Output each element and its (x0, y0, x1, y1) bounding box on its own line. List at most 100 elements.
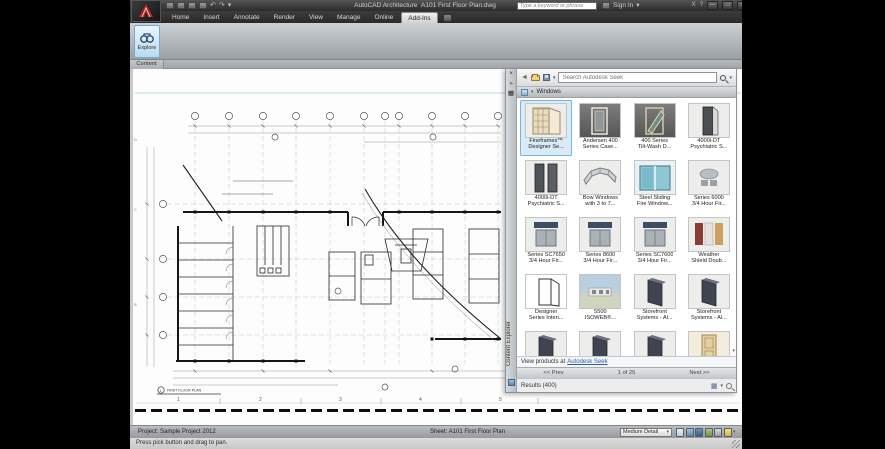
category-bar[interactable]: ▾ Windows (517, 87, 736, 98)
save-dropdown-icon[interactable]: ▾ (553, 75, 556, 81)
tab-home[interactable]: Home (166, 12, 195, 23)
cut-plane-icon[interactable] (714, 427, 722, 437)
panel-autohide-icon[interactable]: » (507, 80, 515, 88)
explore-button[interactable]: Explore (134, 25, 160, 58)
help-search-input[interactable] (517, 1, 597, 10)
tab-render[interactable]: Render (268, 12, 301, 23)
product-card[interactable] (629, 328, 681, 356)
panel-content: ◄ ▾ ▾ ▾ Windows (517, 69, 736, 392)
ribbon-panel-area: Explore (130, 23, 742, 60)
back-icon[interactable]: ◄ (521, 73, 528, 83)
undo-icon[interactable]: ↶ (210, 1, 216, 10)
qat-dropdown-icon[interactable]: ▾ (228, 1, 232, 10)
product-card[interactable]: Bow Windows with 3 to 7... (574, 157, 626, 213)
psychiatric-window-thumbnail (687, 103, 730, 138)
seek-search-input[interactable] (558, 72, 718, 83)
svg-text:1: 1 (160, 389, 162, 393)
product-card[interactable]: Series SC7600 3/4 Hour Fir... (629, 214, 681, 270)
tab-view[interactable]: View (303, 12, 329, 23)
product-card[interactable]: 4000i-DT Psychiatric S... (520, 157, 572, 213)
minimize-button[interactable]: — (707, 1, 718, 10)
results-count: Results (400) (521, 382, 557, 389)
save-icon[interactable] (188, 2, 196, 9)
window-title: AutoCAD Architecture A101 First Floor Pl… (354, 2, 496, 9)
panel-vertical-title: Content Explorer (506, 320, 512, 366)
explore-button-label: Explore (137, 45, 157, 51)
product-card[interactable]: Designer Series Interi... (520, 271, 572, 327)
product-card[interactable]: Fineframes™ Designer Se... (520, 100, 573, 156)
drawing-status-bar: Project: Sample Project 2012 Sheet: A101… (130, 425, 742, 437)
product-card[interactable]: 4000i-DT Psychiatric S... (683, 100, 735, 156)
view-products-row: View products at Autodesk Seek (517, 356, 736, 367)
status-more-dropdown-icon[interactable]: ▾ (733, 429, 736, 435)
product-card[interactable]: Series 8600 3/4 Hour Fir... (574, 214, 626, 270)
panel-close-icon[interactable]: × (507, 70, 515, 78)
detail-level-dropdown[interactable]: Medium Detail ▾ (620, 427, 672, 437)
scroll-down-icon[interactable]: ▾ (732, 348, 735, 354)
exchange-apps-icon[interactable]: X (692, 0, 696, 11)
signin-dropdown-icon[interactable]: ▾ (636, 0, 639, 11)
print-icon[interactable] (199, 2, 207, 9)
restore-button[interactable]: □ (722, 1, 733, 10)
panel-properties-icon[interactable]: ▦ (507, 90, 515, 98)
product-label: with 3 to 7... (585, 201, 616, 208)
category-icon (521, 88, 528, 96)
product-label: Series Interi... (528, 315, 564, 322)
product-label: Fire Window... (636, 201, 673, 208)
tab-insert[interactable]: Insert (197, 12, 225, 23)
product-card[interactable]: Weather Shield Doub... (683, 214, 735, 270)
tilt-wash-window-thumbnail (633, 103, 676, 138)
communication-center-icon[interactable] (602, 2, 610, 9)
open-file-icon[interactable] (177, 2, 185, 9)
product-card[interactable]: Andersen 400 Series Case... (574, 100, 626, 156)
door-thumbnail (687, 331, 730, 356)
product-card[interactable] (574, 328, 626, 356)
signin-area[interactable]: Sign In ▾ (602, 0, 640, 11)
tab-add-ins[interactable]: Add-Ins (401, 12, 438, 23)
product-card[interactable] (520, 328, 572, 356)
product-card[interactable]: 5500 ISOWEB®... (574, 271, 626, 327)
tab-online[interactable]: Online (368, 12, 399, 23)
redo-icon[interactable]: ↷ (219, 1, 225, 10)
product-card[interactable]: Series 6000 3/4 Hour Fir... (683, 157, 735, 213)
light-bulb-icon[interactable] (723, 427, 732, 437)
product-card[interactable]: 400 Series Tilt-Wash D... (629, 100, 681, 156)
isolate-objects-icon[interactable] (695, 427, 703, 437)
panel-bottom-icon[interactable] (507, 379, 515, 386)
autodesk-seek-link[interactable]: Autodesk Seek (567, 359, 607, 365)
signin-label[interactable]: Sign In (613, 0, 633, 11)
product-card[interactable]: Steel Sliding Fire Window... (629, 157, 681, 213)
product-card[interactable]: Storefront Systems - Al... (629, 271, 681, 327)
prev-page-button[interactable]: << Prev (517, 370, 590, 376)
product-card[interactable]: Series SC7650 3/4 Hour Fir... (520, 214, 572, 270)
tab-annotate[interactable]: Annotate (228, 12, 266, 23)
resize-grip[interactable] (732, 440, 740, 448)
help-icon[interactable]: ? (700, 0, 703, 11)
results-bar: Results (400) ▦ ▾ (517, 378, 736, 392)
close-button[interactable]: × (737, 1, 742, 10)
product-label: Systems - Al... (636, 315, 673, 322)
product-card[interactable] (683, 328, 735, 356)
settings-wrench-icon[interactable] (726, 382, 732, 389)
new-file-icon[interactable] (166, 2, 174, 9)
view-mode-icon[interactable]: ▦ (711, 382, 718, 390)
ribbon-options-icon[interactable] (442, 13, 452, 22)
application-menu-button[interactable] (131, 0, 161, 22)
product-card[interactable]: Storefront Systems - Al... (683, 271, 735, 327)
layer-key-icon[interactable] (685, 427, 694, 437)
open-folder-icon[interactable] (530, 73, 540, 81)
tab-manage[interactable]: Manage (331, 12, 367, 23)
content-panel-label[interactable]: Content (130, 60, 164, 69)
aec-display-icon[interactable] (704, 427, 713, 437)
svg-text:C: C (134, 207, 137, 212)
search-icon[interactable] (720, 74, 727, 81)
save-content-icon[interactable] (542, 74, 550, 81)
next-page-button[interactable]: Next >> (663, 370, 736, 376)
isoweb-photo-thumbnail (579, 274, 622, 309)
quick-access-toolbar: ↶ ↷ ▾ (166, 1, 231, 10)
view-mode-dropdown-icon[interactable]: ▾ (720, 383, 723, 389)
category-dropdown-icon[interactable]: ▾ (531, 89, 534, 95)
product-label: Tilt-Wash D... (637, 144, 672, 151)
surface-hatch-icon[interactable] (676, 427, 684, 437)
search-dropdown-icon[interactable]: ▾ (729, 75, 732, 81)
